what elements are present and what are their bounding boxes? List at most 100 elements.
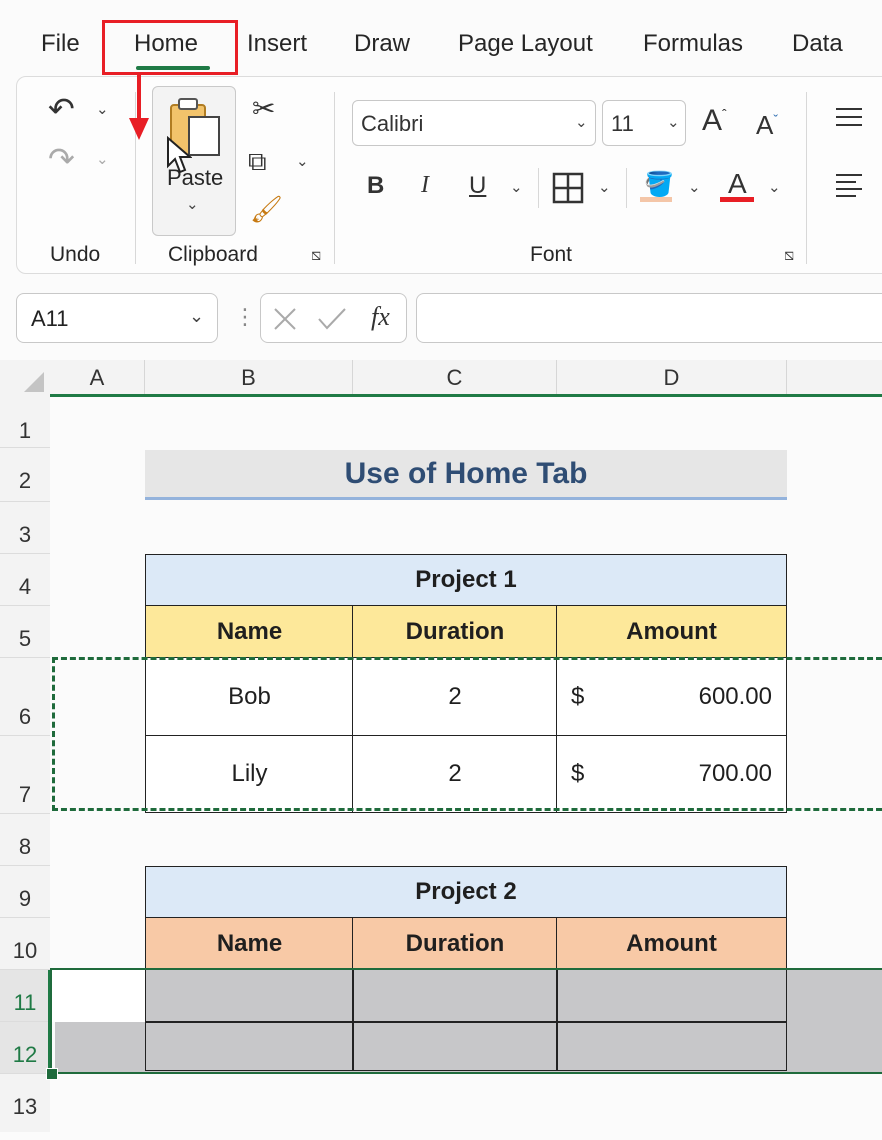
format-painter-icon[interactable]: 🖌: [250, 194, 283, 225]
range-selection-border: [50, 968, 882, 1074]
tab-data[interactable]: Data: [792, 30, 843, 58]
row-header-1[interactable]: 1: [0, 396, 50, 448]
column-header-e[interactable]: [787, 360, 882, 396]
group-label-undo: Undo: [50, 243, 101, 266]
font-size-value: 11: [611, 111, 634, 136]
annotation-arrow-head: [129, 118, 149, 140]
header-label: Name: [216, 929, 283, 957]
ribbon-separator: [334, 92, 335, 264]
column-header-b[interactable]: B: [145, 360, 353, 396]
enter-check-icon[interactable]: [317, 307, 347, 331]
project1-header-amount[interactable]: Amount: [556, 605, 787, 658]
project2-title-cell[interactable]: Project 2: [145, 866, 787, 918]
header-label: Amount: [626, 929, 717, 957]
undo-icon[interactable]: ↶: [48, 90, 75, 128]
group-label-font: Font: [530, 243, 573, 266]
mouse-cursor-icon: [167, 136, 192, 174]
select-all-corner[interactable]: [0, 360, 51, 396]
fill-color-swatch: [640, 197, 672, 202]
top-align-icon[interactable]: [834, 106, 864, 130]
row-header-5[interactable]: 5: [0, 606, 50, 658]
project1-title: Project 1: [415, 566, 517, 593]
row-header-2[interactable]: 2: [0, 448, 50, 502]
align-left-icon[interactable]: [834, 172, 864, 202]
formula-buttons: fx: [260, 293, 407, 343]
formula-input[interactable]: [416, 293, 882, 343]
fill-color-icon[interactable]: 🪣: [644, 170, 674, 199]
name-box-value: A11: [31, 306, 69, 331]
more-options-icon[interactable]: ⋮: [234, 304, 256, 330]
group-label-clipboard: Clipboard: [168, 243, 258, 266]
redo-icon: ↷: [48, 141, 75, 177]
ribbon-separator: [626, 168, 627, 208]
row-header-3[interactable]: 3: [0, 502, 50, 554]
underline-dropdown-chevron-icon[interactable]: ⌄: [510, 178, 523, 196]
chevron-down-icon: ⌄: [575, 114, 588, 131]
column-header-a[interactable]: A: [50, 360, 145, 396]
font-name-select[interactable]: Calibri ⌄: [352, 100, 596, 146]
chevron-down-icon[interactable]: ⌄: [189, 306, 204, 327]
select-all-triangle-icon: [24, 372, 44, 392]
borders-icon[interactable]: [552, 172, 584, 204]
project2-header-duration[interactable]: Duration: [352, 917, 558, 970]
copy-dropdown-chevron-icon[interactable]: ⌄: [296, 152, 309, 170]
font-dialog-launcher-icon[interactable]: ⧅: [784, 247, 794, 265]
tab-insert[interactable]: Insert: [247, 30, 307, 58]
decrease-font-size-icon[interactable]: Aˇ: [756, 110, 778, 141]
fill-handle[interactable]: [46, 1068, 58, 1080]
column-header-underline: [50, 394, 882, 397]
ribbon-separator: [538, 168, 539, 208]
clipboard-dialog-launcher-icon[interactable]: ⧅: [311, 247, 321, 265]
cut-icon[interactable]: ✂: [252, 92, 275, 125]
chevron-down-icon: ⌄: [667, 114, 680, 131]
tab-formulas[interactable]: Formulas: [643, 30, 743, 58]
row-header-13[interactable]: 13: [0, 1074, 50, 1132]
sheet-title-cell[interactable]: Use of Home Tab: [145, 450, 787, 500]
row-header-7[interactable]: 7: [0, 736, 50, 814]
font-color-icon[interactable]: A: [728, 168, 747, 200]
header-label: Duration: [405, 617, 505, 645]
fill-color-dropdown-chevron-icon[interactable]: ⌄: [688, 178, 701, 196]
project1-header-duration[interactable]: Duration: [352, 605, 558, 658]
increase-font-size-icon[interactable]: Aˆ: [702, 104, 727, 138]
tab-file[interactable]: File: [41, 30, 80, 58]
cancel-icon[interactable]: [273, 307, 297, 331]
header-label: Name: [216, 617, 283, 645]
underline-icon[interactable]: U: [469, 172, 486, 200]
italic-icon[interactable]: I: [421, 172, 429, 199]
font-name-value: Calibri: [361, 111, 424, 136]
column-header-d[interactable]: D: [557, 360, 787, 396]
row-header-8[interactable]: 8: [0, 814, 50, 866]
row-header-4[interactable]: 4: [0, 554, 50, 606]
insert-function-icon[interactable]: fx: [371, 302, 390, 332]
name-box[interactable]: A11 ⌄: [16, 293, 218, 343]
font-color-swatch: [720, 197, 754, 202]
copy-icon[interactable]: ⧉: [248, 146, 267, 178]
row-header-6[interactable]: 6: [0, 658, 50, 736]
bold-icon[interactable]: B: [367, 172, 384, 200]
project2-header-name[interactable]: Name: [145, 917, 354, 970]
row-header-9[interactable]: 9: [0, 866, 50, 918]
home-tab-highlight: [102, 20, 238, 75]
row-header-10[interactable]: 10: [0, 918, 50, 970]
sheet-title: Use of Home Tab: [344, 456, 588, 490]
project1-header-name[interactable]: Name: [145, 605, 354, 658]
project2-title: Project 2: [415, 878, 517, 905]
project1-title-cell[interactable]: Project 1: [145, 554, 787, 606]
row-header-12[interactable]: 12: [0, 1022, 50, 1074]
header-label: Amount: [626, 617, 717, 645]
project2-header-amount[interactable]: Amount: [556, 917, 787, 970]
font-color-dropdown-chevron-icon[interactable]: ⌄: [768, 178, 781, 196]
column-header-c[interactable]: C: [353, 360, 557, 396]
paste-dropdown-chevron-icon[interactable]: ⌄: [186, 195, 199, 213]
paste-button[interactable]: Paste ⌄: [152, 86, 236, 236]
tab-draw[interactable]: Draw: [354, 30, 410, 58]
font-size-select[interactable]: 11 ⌄: [602, 100, 686, 146]
copy-selection-marquee: [52, 657, 882, 811]
undo-dropdown-chevron-icon[interactable]: ⌄: [96, 100, 109, 118]
tab-page-layout[interactable]: Page Layout: [458, 30, 593, 58]
borders-dropdown-chevron-icon[interactable]: ⌄: [598, 178, 611, 196]
header-label: Duration: [405, 929, 505, 957]
row-header-11[interactable]: 11: [0, 970, 50, 1022]
redo-dropdown-chevron-icon: ⌄: [96, 151, 109, 168]
